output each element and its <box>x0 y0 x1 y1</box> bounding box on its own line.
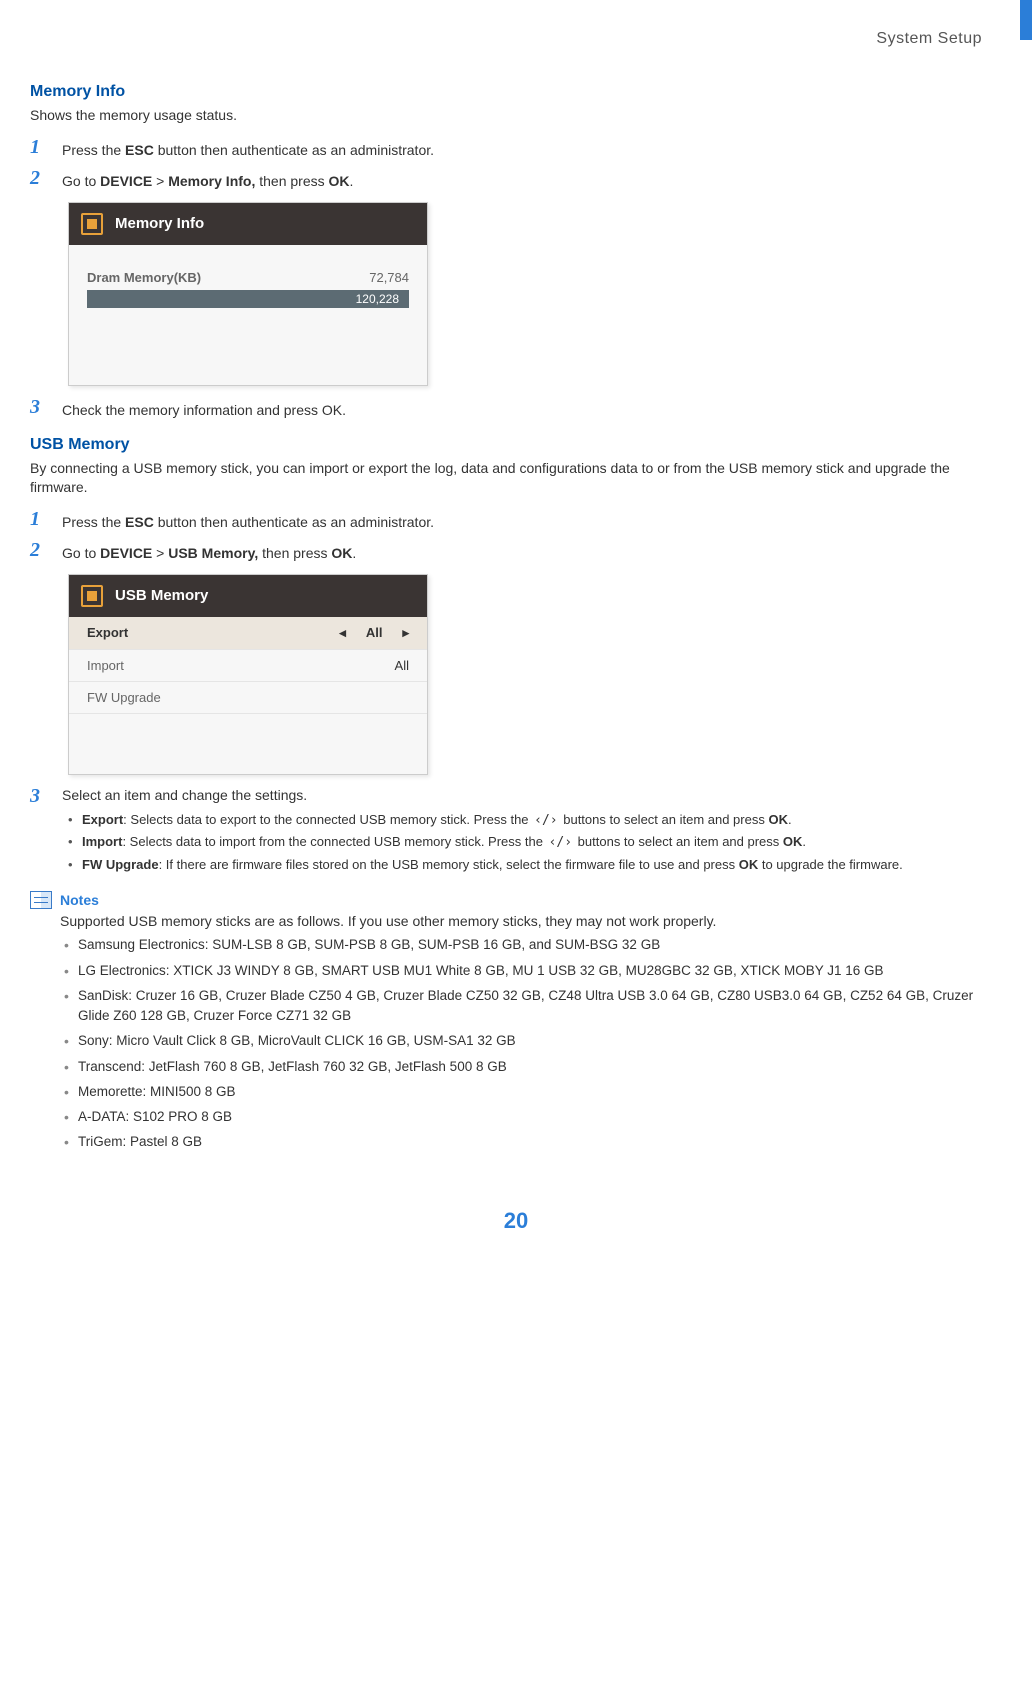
screenshot-header: Memory Info <box>69 203 427 245</box>
memory-icon <box>81 213 103 235</box>
page-content: Memory Info Shows the memory usage statu… <box>0 58 1032 1178</box>
step-text: Go to DEVICE > USB Memory, then press OK… <box>62 539 356 564</box>
notes-list-item: TriGem: Pastel 8 GB <box>60 1132 1002 1152</box>
step-number: 3 <box>30 396 48 419</box>
step-text: Check the memory information and press O… <box>62 396 346 421</box>
dram-bar: 120,228 <box>87 290 409 308</box>
notes-list: Samsung Electronics: SUM-LSB 8 GB, SUM-P… <box>60 935 1002 1152</box>
step-number: 3 <box>30 785 48 808</box>
notes-intro: Supported USB memory sticks are as follo… <box>60 913 1002 929</box>
page-number: 20 <box>0 1178 1032 1254</box>
memory-steps-cont: 3 Check the memory information and press… <box>30 396 1002 421</box>
memory-steps: 1 Press the ESC button then authenticate… <box>30 136 1002 192</box>
usb-shot-row: Export ◂ All ▸ <box>69 617 427 650</box>
usb-sub-bullet: FW Upgrade: If there are firmware files … <box>62 855 1002 875</box>
step-text: Press the ESC button then authenticate a… <box>62 136 434 161</box>
notes-list-item: SanDisk: Cruzer 16 GB, Cruzer Blade CZ50… <box>60 986 1002 1027</box>
usb-memory-heading: USB Memory <box>30 436 1002 454</box>
dram-row: Dram Memory(KB) 72,784 <box>69 265 427 290</box>
notes-list-item: Sony: Micro Vault Click 8 GB, MicroVault… <box>60 1031 1002 1051</box>
screenshot-header: USB Memory <box>69 575 427 617</box>
usb-step-1: 1 Press the ESC button then authenticate… <box>30 508 1002 533</box>
usb-icon <box>81 585 103 607</box>
usb-memory-desc: By connecting a USB memory stick, you ca… <box>30 459 1002 498</box>
notes-list-item: Transcend: JetFlash 760 8 GB, JetFlash 7… <box>60 1057 1002 1077</box>
step-number: 1 <box>30 136 48 159</box>
screenshot-body: Export ◂ All ▸ Import All FW Upgrade <box>69 617 427 774</box>
usb-shot-row-value-wrap: ◂ All ▸ <box>339 625 409 641</box>
step-text: Go to DEVICE > Memory Info, then press O… <box>62 167 353 192</box>
memory-info-desc: Shows the memory usage status. <box>30 106 1002 126</box>
memory-info-heading: Memory Info <box>30 83 1002 101</box>
page-tab-marker <box>1020 0 1032 40</box>
notes-list-item: A-DATA: S102 PRO 8 GB <box>60 1107 1002 1127</box>
notes-block: Notes Supported USB memory sticks are as… <box>30 891 1002 1152</box>
step-number: 2 <box>30 539 48 562</box>
usb-steps-cont: 3 Select an item and change the settings… <box>30 785 1002 877</box>
step-number: 2 <box>30 167 48 190</box>
screenshot-title: Memory Info <box>115 215 204 232</box>
usb-sub-bullets: Export: Selects data to export to the co… <box>62 810 1002 875</box>
memory-step-1: 1 Press the ESC button then authenticate… <box>30 136 1002 161</box>
memory-info-screenshot: Memory Info Dram Memory(KB) 72,784 120,2… <box>68 202 428 386</box>
usb-shot-row-value: All <box>395 658 409 673</box>
step-number: 1 <box>30 508 48 531</box>
usb-step-2: 2 Go to DEVICE > USB Memory, then press … <box>30 539 1002 564</box>
dram-label: Dram Memory(KB) <box>87 270 201 285</box>
usb-sub-bullet: Export: Selects data to export to the co… <box>62 810 1002 831</box>
usb-shot-row-label: Import <box>87 658 124 673</box>
memory-step-3: 3 Check the memory information and press… <box>30 396 1002 421</box>
usb-shot-row-value: All <box>366 625 383 640</box>
dram-value: 72,784 <box>369 270 409 285</box>
usb-sub-bullet: Import: Selects data to import from the … <box>62 832 1002 853</box>
step-text: Select an item and change the settings. <box>62 783 307 803</box>
usb-step-3: 3 Select an item and change the settings… <box>30 785 1002 877</box>
usb-steps: 1 Press the ESC button then authenticate… <box>30 508 1002 564</box>
notes-header: Notes <box>30 891 1002 909</box>
usb-shot-row-value-wrap: All <box>395 658 409 673</box>
usb-shot-row-label: FW Upgrade <box>87 690 161 705</box>
screenshot-body: Dram Memory(KB) 72,784 120,228 <box>69 245 427 385</box>
right-arrow-icon: ▸ <box>402 625 409 641</box>
usb-shot-row: FW Upgrade <box>69 682 427 714</box>
left-arrow-icon: ◂ <box>339 625 346 641</box>
chapter-title: System Setup <box>0 0 1032 58</box>
usb-shot-row: Import All <box>69 650 427 682</box>
dram-bar-value: 120,228 <box>356 292 399 306</box>
screenshot-title: USB Memory <box>115 587 208 604</box>
notes-list-item: LG Electronics: XTICK J3 WINDY 8 GB, SMA… <box>60 961 1002 981</box>
notes-list-item: Samsung Electronics: SUM-LSB 8 GB, SUM-P… <box>60 935 1002 955</box>
notes-title: Notes <box>60 892 99 908</box>
notes-icon <box>30 891 52 909</box>
step-text: Press the ESC button then authenticate a… <box>62 508 434 533</box>
usb-shot-row-label: Export <box>87 625 128 640</box>
notes-list-item: Memorette: MINI500 8 GB <box>60 1082 1002 1102</box>
memory-step-2: 2 Go to DEVICE > Memory Info, then press… <box>30 167 1002 192</box>
usb-memory-screenshot: USB Memory Export ◂ All ▸ Import All FW Upgrad… <box>68 574 428 775</box>
